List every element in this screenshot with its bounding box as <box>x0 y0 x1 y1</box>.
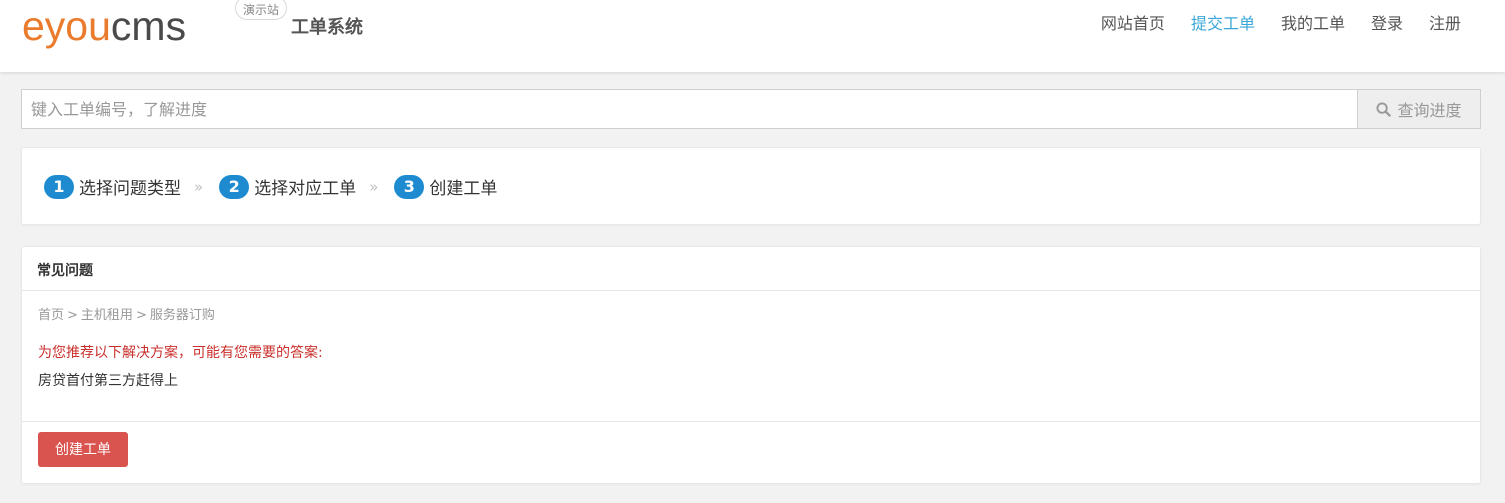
ticket-search-input[interactable] <box>21 89 1358 129</box>
nav-login[interactable]: 登录 <box>1371 14 1403 34</box>
nav-home[interactable]: 网站首页 <box>1101 14 1165 34</box>
ticket-search-bar: 查询进度 <box>21 89 1481 129</box>
create-ticket-button[interactable]: 创建工单 <box>38 432 128 467</box>
eyoucms-logo[interactable]: eyou cms <box>22 3 186 47</box>
breadcrumb-separator: > <box>67 308 78 323</box>
faq-footer: 创建工单 <box>22 421 1480 484</box>
logo-text-eyou: eyou <box>22 3 111 49</box>
header: eyou cms 演示站 工单系统 网站首页 提交工单 我的工单 登录 注册 <box>0 0 1505 72</box>
step-2: 2 选择对应工单 <box>219 174 356 199</box>
step-number: 1 <box>44 174 74 199</box>
recommend-text: 为您推荐以下解决方案，可能有您需要的答案: <box>38 345 323 361</box>
step-indicator: 1 选择问题类型 » 2 选择对应工单 » 3 创建工单 <box>44 174 497 199</box>
query-progress-label: 查询进度 <box>1397 101 1462 120</box>
breadcrumb-item-server-order[interactable]: 服务器订购 <box>150 308 215 323</box>
step-separator: » <box>369 177 379 196</box>
faq-title: 常见问题 <box>22 247 1480 291</box>
breadcrumb-separator: > <box>135 308 147 323</box>
nav-my-tickets[interactable]: 我的工单 <box>1281 14 1345 34</box>
nav-submit-ticket[interactable]: 提交工单 <box>1191 14 1255 34</box>
step-label: 选择问题类型 <box>79 179 181 199</box>
demo-badge: 演示站 <box>235 0 287 20</box>
step-3: 3 创建工单 <box>394 174 497 199</box>
faq-panel: 常见问题 首页 > 主机租用 > 服务器订购 为您推荐以下解决方案，可能有您需要的答案:… <box>21 246 1481 484</box>
breadcrumb: 首页 > 主机租用 > 服务器订购 <box>38 304 215 323</box>
step-label: 创建工单 <box>429 179 498 199</box>
breadcrumb-item-hosting[interactable]: 主机租用 <box>81 308 133 323</box>
search-icon <box>1376 101 1392 117</box>
system-title: 工单系统 <box>291 17 363 38</box>
step-1: 1 选择问题类型 <box>44 174 181 199</box>
step-separator: » <box>194 177 204 196</box>
step-label: 选择对应工单 <box>254 179 357 199</box>
step-number: 3 <box>394 174 425 199</box>
query-progress-button[interactable]: 查询进度 <box>1358 89 1481 129</box>
breadcrumb-item-home[interactable]: 首页 <box>38 308 64 323</box>
steps-panel: 1 选择问题类型 » 2 选择对应工单 » 3 创建工单 <box>21 147 1481 225</box>
top-nav: 网站首页 提交工单 我的工单 登录 注册 <box>1075 14 1461 34</box>
nav-register[interactable]: 注册 <box>1429 14 1461 34</box>
logo-text-cms: cms <box>110 3 187 49</box>
answer-link[interactable]: 房贷首付第三方赶得上 <box>38 370 178 390</box>
step-number: 2 <box>219 174 250 199</box>
